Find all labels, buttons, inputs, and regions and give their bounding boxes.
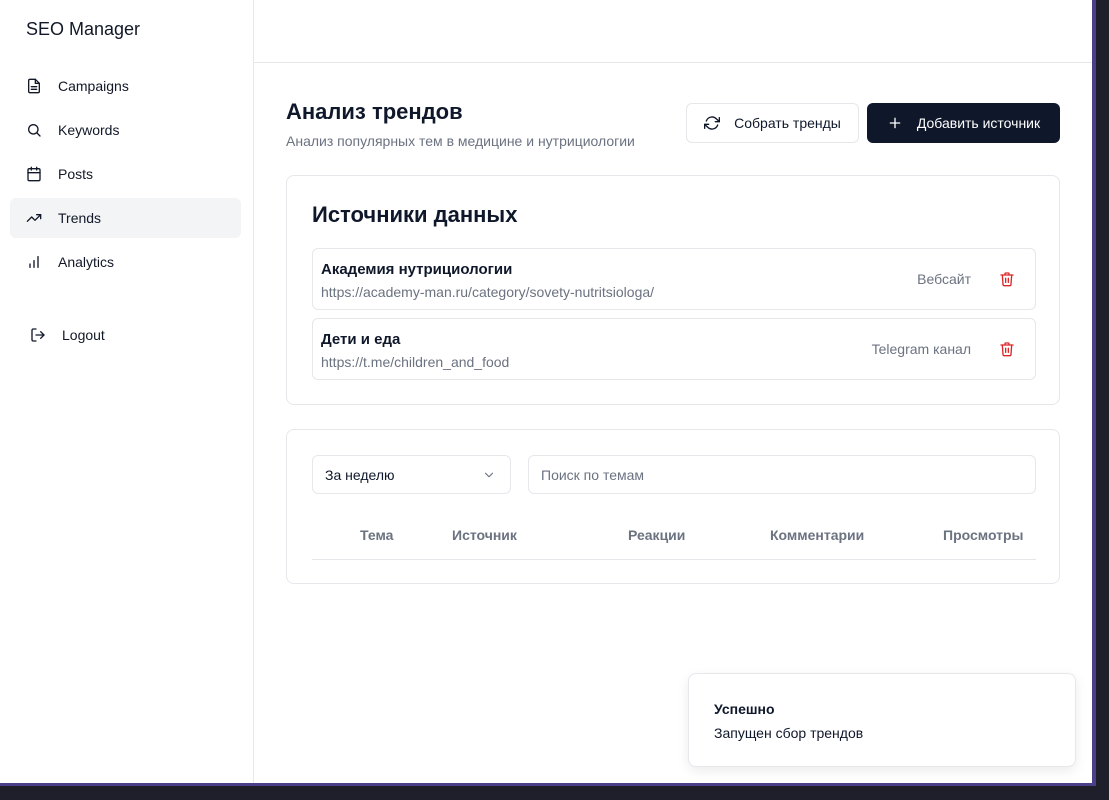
source-url: https://t.me/children_and_food — [321, 354, 510, 370]
sidebar-item-label: Posts — [58, 166, 94, 182]
page-subtitle: Анализ популярных тем в медицине и нутри… — [286, 133, 635, 149]
column-header-views[interactable]: Просмотры — [943, 527, 1024, 543]
sidebar-item-keywords[interactable]: Keywords — [10, 110, 241, 150]
column-header-topic[interactable]: Тема — [360, 527, 393, 543]
top-bar — [254, 0, 1092, 63]
source-type: Telegram канал — [871, 341, 971, 357]
logout-button[interactable]: Logout — [30, 323, 105, 347]
app-window: SEO Manager Campaigns Keywords Posts Tre… — [0, 0, 1092, 783]
window-edge — [0, 783, 1096, 786]
add-source-button[interactable]: Добавить источник — [867, 103, 1060, 143]
sources-card: Источники данных Академия нутрициологии … — [286, 175, 1060, 405]
toast-title: Успешно — [714, 701, 775, 717]
collect-trends-label: Собрать тренды — [734, 115, 841, 131]
topic-search-input[interactable] — [528, 455, 1036, 494]
brand-title: SEO Manager — [26, 19, 141, 39]
sidebar-item-trends[interactable]: Trends — [10, 198, 241, 238]
source-url: https://academy-man.ru/category/sovety-n… — [321, 284, 655, 300]
search-icon — [26, 122, 42, 138]
document-icon — [26, 78, 42, 94]
column-header-source[interactable]: Источник — [452, 527, 517, 543]
toast-description: Запущен сбор трендов — [714, 725, 864, 741]
sidebar-item-campaigns[interactable]: Campaigns — [10, 66, 241, 106]
source-item: Академия нутрициологии https://academy-m… — [312, 248, 1036, 310]
page-title: Анализ трендов — [286, 99, 463, 124]
sidebar: SEO Manager Campaigns Keywords Posts Tre… — [0, 0, 254, 783]
source-name: Академия нутрициологии — [321, 261, 513, 278]
sidebar-item-analytics[interactable]: Analytics — [10, 242, 241, 282]
sidebar-item-label: Keywords — [58, 122, 120, 138]
trending-up-icon — [26, 210, 42, 226]
add-source-label: Добавить источник — [916, 115, 1041, 131]
trash-icon[interactable] — [999, 271, 1015, 287]
window-edge — [1092, 0, 1096, 786]
logout-icon — [30, 327, 46, 343]
source-item: Дети и еда https://t.me/children_and_foo… — [312, 318, 1036, 380]
chevron-down-icon — [482, 468, 496, 482]
sidebar-item-posts[interactable]: Posts — [10, 154, 241, 194]
sidebar-item-label: Trends — [58, 210, 102, 226]
column-header-comments[interactable]: Комментарии — [770, 527, 864, 543]
plus-icon — [887, 115, 903, 131]
refresh-icon — [704, 115, 721, 131]
collect-trends-button[interactable]: Собрать тренды — [686, 103, 859, 143]
column-header-reactions[interactable]: Реакции — [628, 527, 685, 543]
source-name: Дети и еда — [321, 331, 401, 348]
period-select-value: За неделю — [325, 466, 395, 483]
trends-table-card: За неделю Тема Источник Реакции Коммента… — [286, 429, 1060, 584]
trash-icon[interactable] — [999, 341, 1015, 357]
sidebar-item-label: Campaigns — [58, 78, 129, 94]
sources-title: Источники данных — [312, 202, 518, 227]
logout-label: Logout — [62, 327, 105, 343]
sidebar-item-label: Analytics — [58, 254, 115, 270]
bar-chart-icon — [26, 254, 42, 270]
calendar-icon — [26, 166, 42, 182]
period-select[interactable]: За неделю — [312, 455, 511, 494]
success-toast: Успешно Запущен сбор трендов — [688, 673, 1076, 767]
source-type: Вебсайт — [917, 271, 971, 287]
table-header: Тема Источник Реакции Комментарии Просмо… — [312, 514, 1036, 560]
sidebar-nav: Campaigns Keywords Posts Trends Analytic… — [10, 66, 241, 286]
